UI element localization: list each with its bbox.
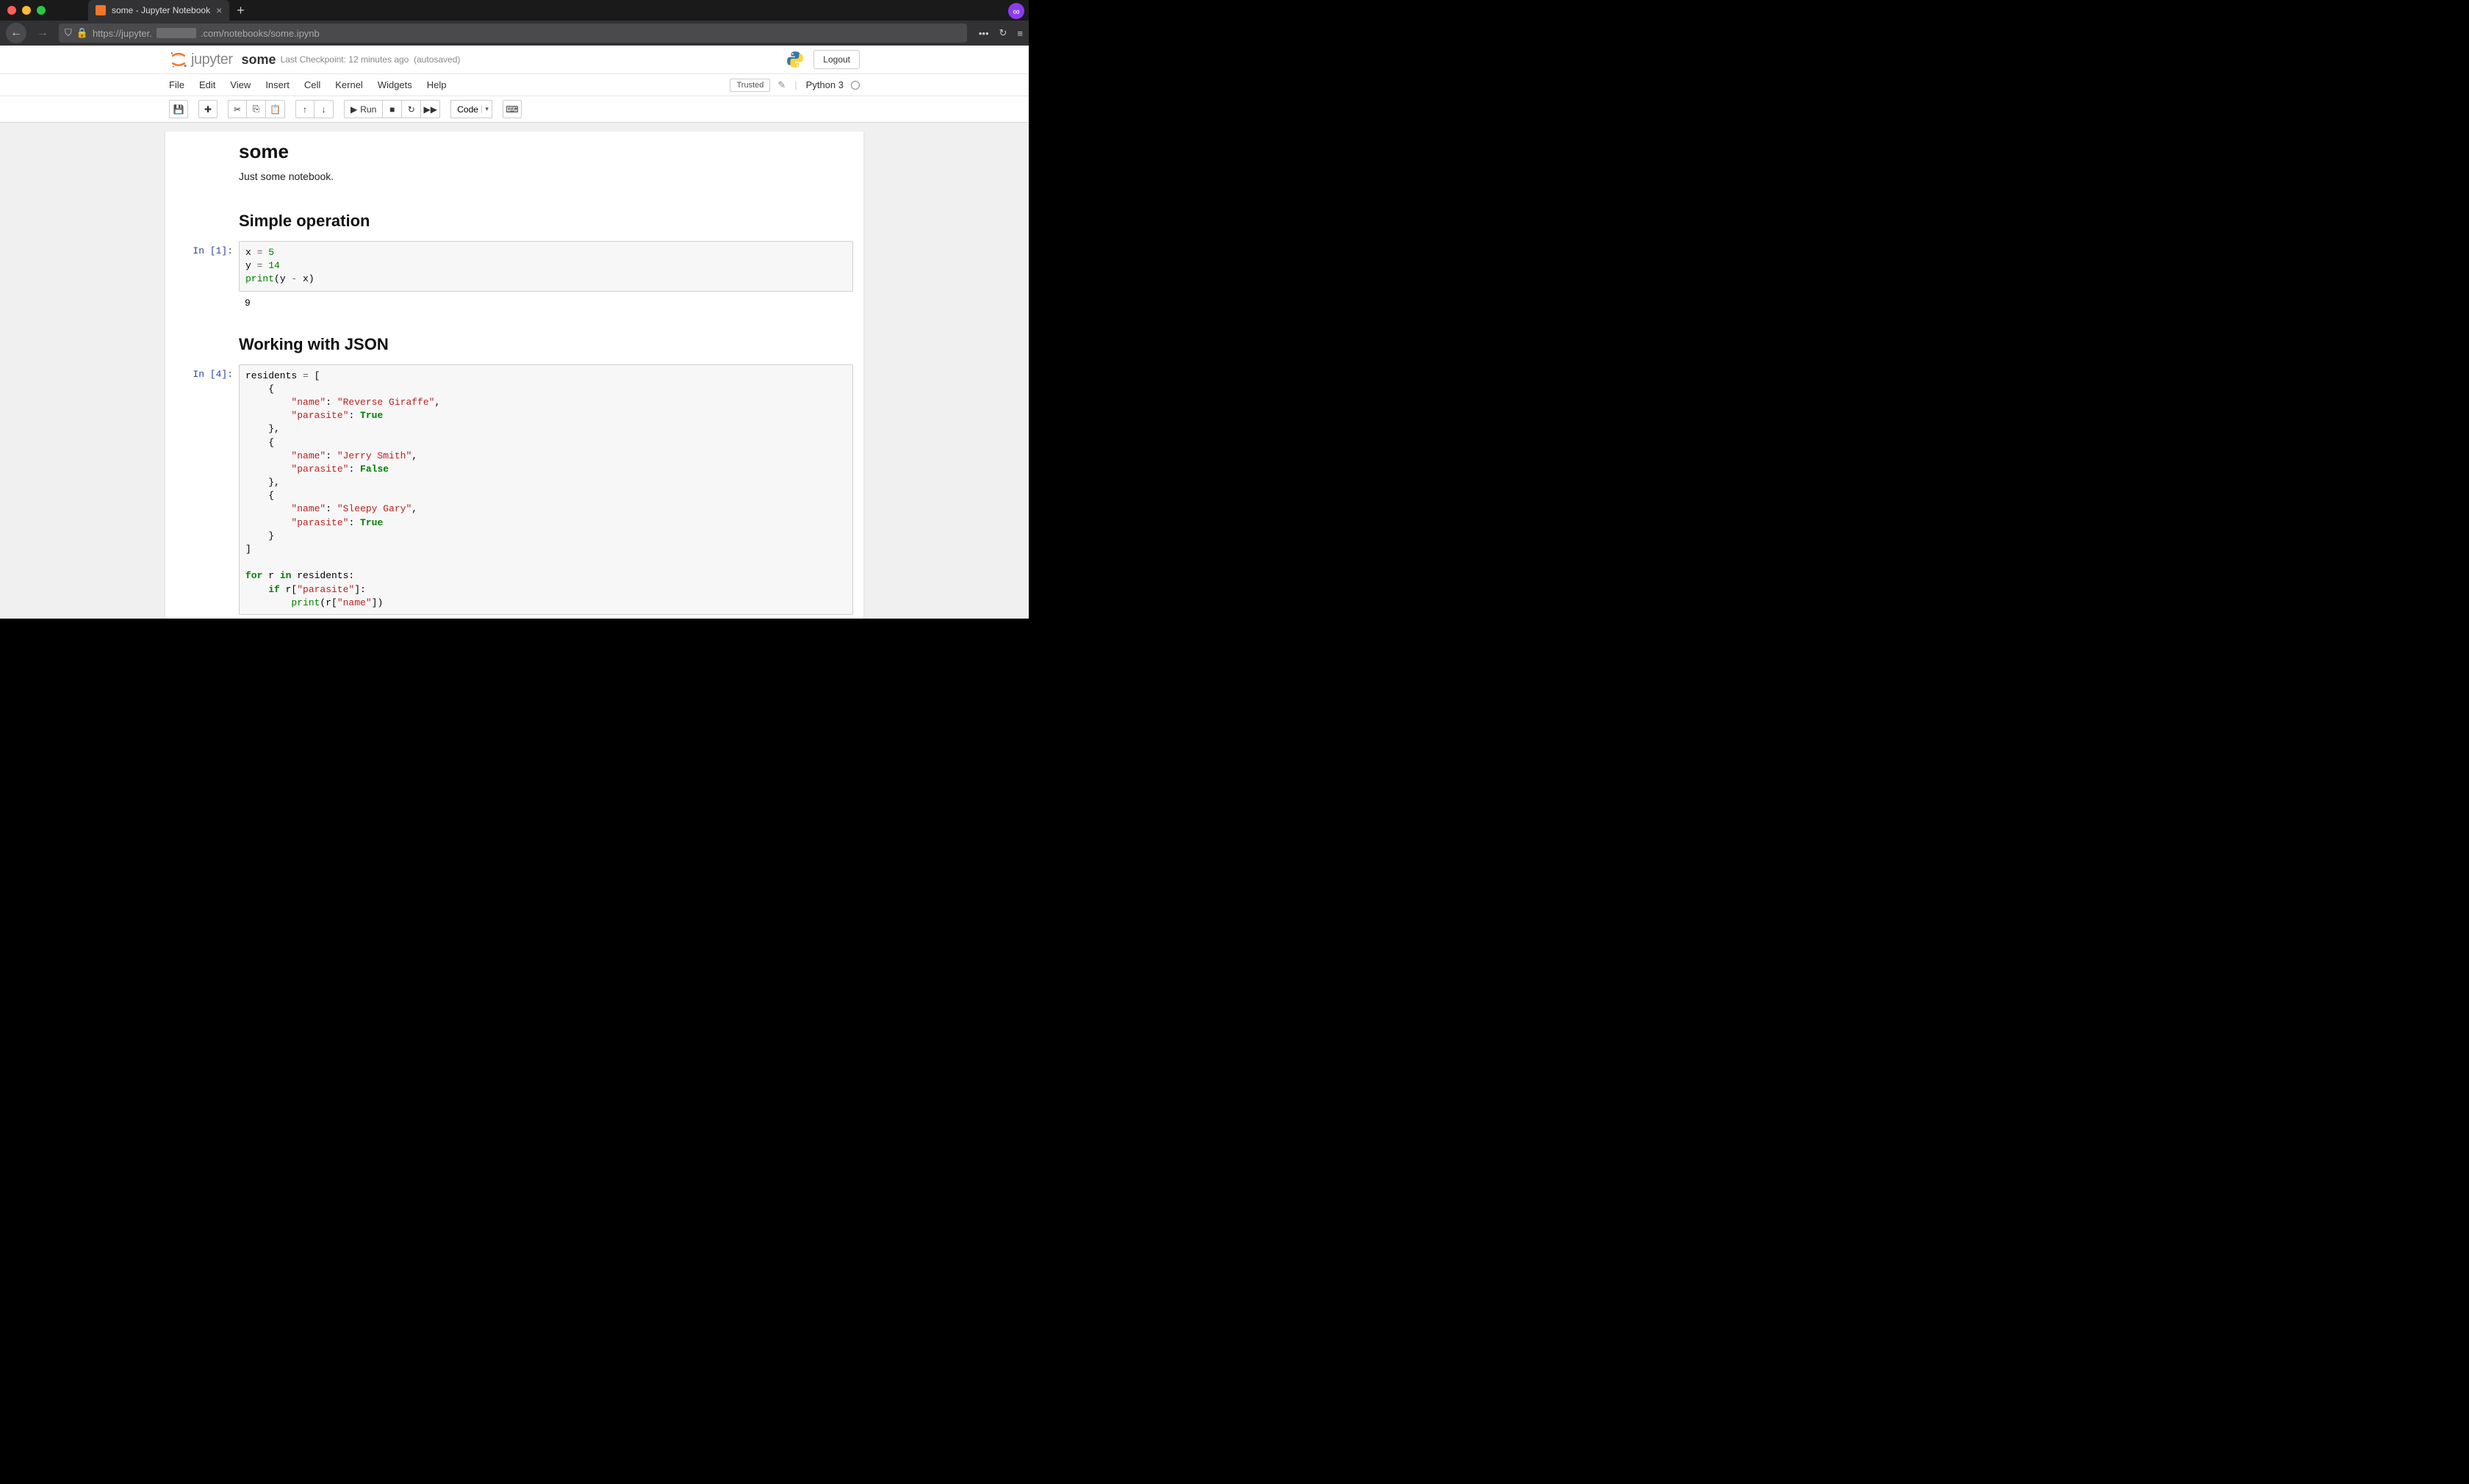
markdown-cell-1[interactable]: some Just some notebook.: [165, 132, 863, 192]
jupyter-logo[interactable]: jupyter: [169, 50, 233, 69]
insert-cell-button[interactable]: ✚: [198, 100, 218, 118]
run-button[interactable]: ▶ Run: [344, 100, 383, 118]
restart-button[interactable]: ↻: [402, 100, 421, 118]
reload-icon[interactable]: ↻: [999, 27, 1007, 39]
address-bar[interactable]: ⛉ 🔒 https://jupyter. .com/notebooks/some.…: [59, 24, 967, 43]
new-tab-button[interactable]: +: [237, 3, 245, 18]
in-prompt: In [1]:: [174, 241, 239, 292]
code-cell-2[interactable]: In [4]: residents = [ { "name": "Reverse…: [165, 363, 863, 616]
page-actions-icon[interactable]: •••: [979, 28, 989, 39]
menu-edit[interactable]: Edit: [199, 79, 215, 90]
minimize-window-icon[interactable]: [22, 6, 31, 15]
notebook-name[interactable]: some: [242, 52, 276, 68]
restart-run-all-button[interactable]: ▶▶: [421, 100, 440, 118]
maximize-window-icon[interactable]: [37, 6, 46, 15]
checkpoint-status: Last Checkpoint: 12 minutes ago (autosav…: [281, 54, 461, 65]
extension-badge-icon[interactable]: ∞: [1008, 3, 1024, 19]
jupyter-wordmark: jupyter: [191, 51, 233, 68]
browser-tab[interactable]: some - Jupyter Notebook ×: [88, 0, 229, 21]
command-palette-button[interactable]: ⌨: [503, 100, 522, 118]
md1-body: Just some notebook.: [239, 170, 790, 182]
logout-button[interactable]: Logout: [813, 50, 860, 69]
code-cell-1[interactable]: In [1]: x = 5 y = 14 print(y - x): [165, 239, 863, 293]
markdown-cell-3[interactable]: Working with JSON: [165, 326, 863, 363]
shield-icon[interactable]: ⛉: [65, 27, 72, 39]
output-cell-1: 9: [165, 293, 863, 316]
code-input-2[interactable]: residents = [ { "name": "Reverse Giraffe…: [239, 364, 853, 615]
menu-kernel[interactable]: Kernel: [335, 79, 363, 90]
tab-title: some - Jupyter Notebook: [112, 5, 210, 15]
url-suffix: .com/notebooks/some.ipynb: [201, 28, 320, 39]
in-prompt: In [4]:: [174, 364, 239, 615]
menu-widgets[interactable]: Widgets: [378, 79, 412, 90]
url-redacted: [157, 28, 196, 38]
notebook-container: some Just some notebook. Simple operatio…: [165, 132, 863, 619]
output-cell-2: Reverse Giraffe Sleepy Gary: [165, 616, 863, 619]
cut-button[interactable]: ✂: [228, 100, 247, 118]
close-tab-icon[interactable]: ×: [216, 4, 222, 16]
kernel-name[interactable]: Python 3: [806, 79, 844, 90]
jupyter-favicon-icon: [96, 5, 106, 15]
save-button[interactable]: 💾: [169, 100, 188, 118]
menu-file[interactable]: File: [169, 79, 184, 90]
md3-heading: Working with JSON: [239, 335, 790, 354]
menu-view[interactable]: View: [230, 79, 251, 90]
separator: |: [794, 79, 797, 90]
code-input-1[interactable]: x = 5 y = 14 print(y - x): [239, 241, 853, 292]
kernel-indicator-icon[interactable]: [851, 81, 860, 90]
move-down-button[interactable]: ↓: [315, 100, 334, 118]
menu-icon[interactable]: ≡: [1017, 28, 1023, 39]
paste-button[interactable]: 📋: [266, 100, 285, 118]
trusted-badge[interactable]: Trusted: [730, 79, 770, 92]
cell-type-select[interactable]: Code: [450, 100, 492, 118]
python-logo-icon: [786, 50, 805, 69]
window-controls[interactable]: [7, 6, 46, 15]
md2-heading: Simple operation: [239, 212, 790, 231]
copy-button[interactable]: ⎘: [247, 100, 266, 118]
close-window-icon[interactable]: [7, 6, 16, 15]
url-prefix: https://jupyter.: [93, 28, 152, 39]
menu-help[interactable]: Help: [427, 79, 447, 90]
menu-insert[interactable]: Insert: [265, 79, 290, 90]
back-button[interactable]: ←: [6, 23, 26, 43]
md1-heading: some: [239, 140, 790, 163]
menu-cell[interactable]: Cell: [304, 79, 320, 90]
jupyter-logo-icon: [169, 50, 188, 69]
markdown-cell-2[interactable]: Simple operation: [165, 203, 863, 239]
edit-mode-icon[interactable]: ✎: [777, 79, 786, 91]
interrupt-button[interactable]: ■: [383, 100, 402, 118]
lock-icon: 🔒: [76, 27, 88, 39]
output-text-1: 9: [239, 296, 853, 310]
forward-button: →: [32, 23, 53, 43]
move-up-button[interactable]: ↑: [295, 100, 315, 118]
